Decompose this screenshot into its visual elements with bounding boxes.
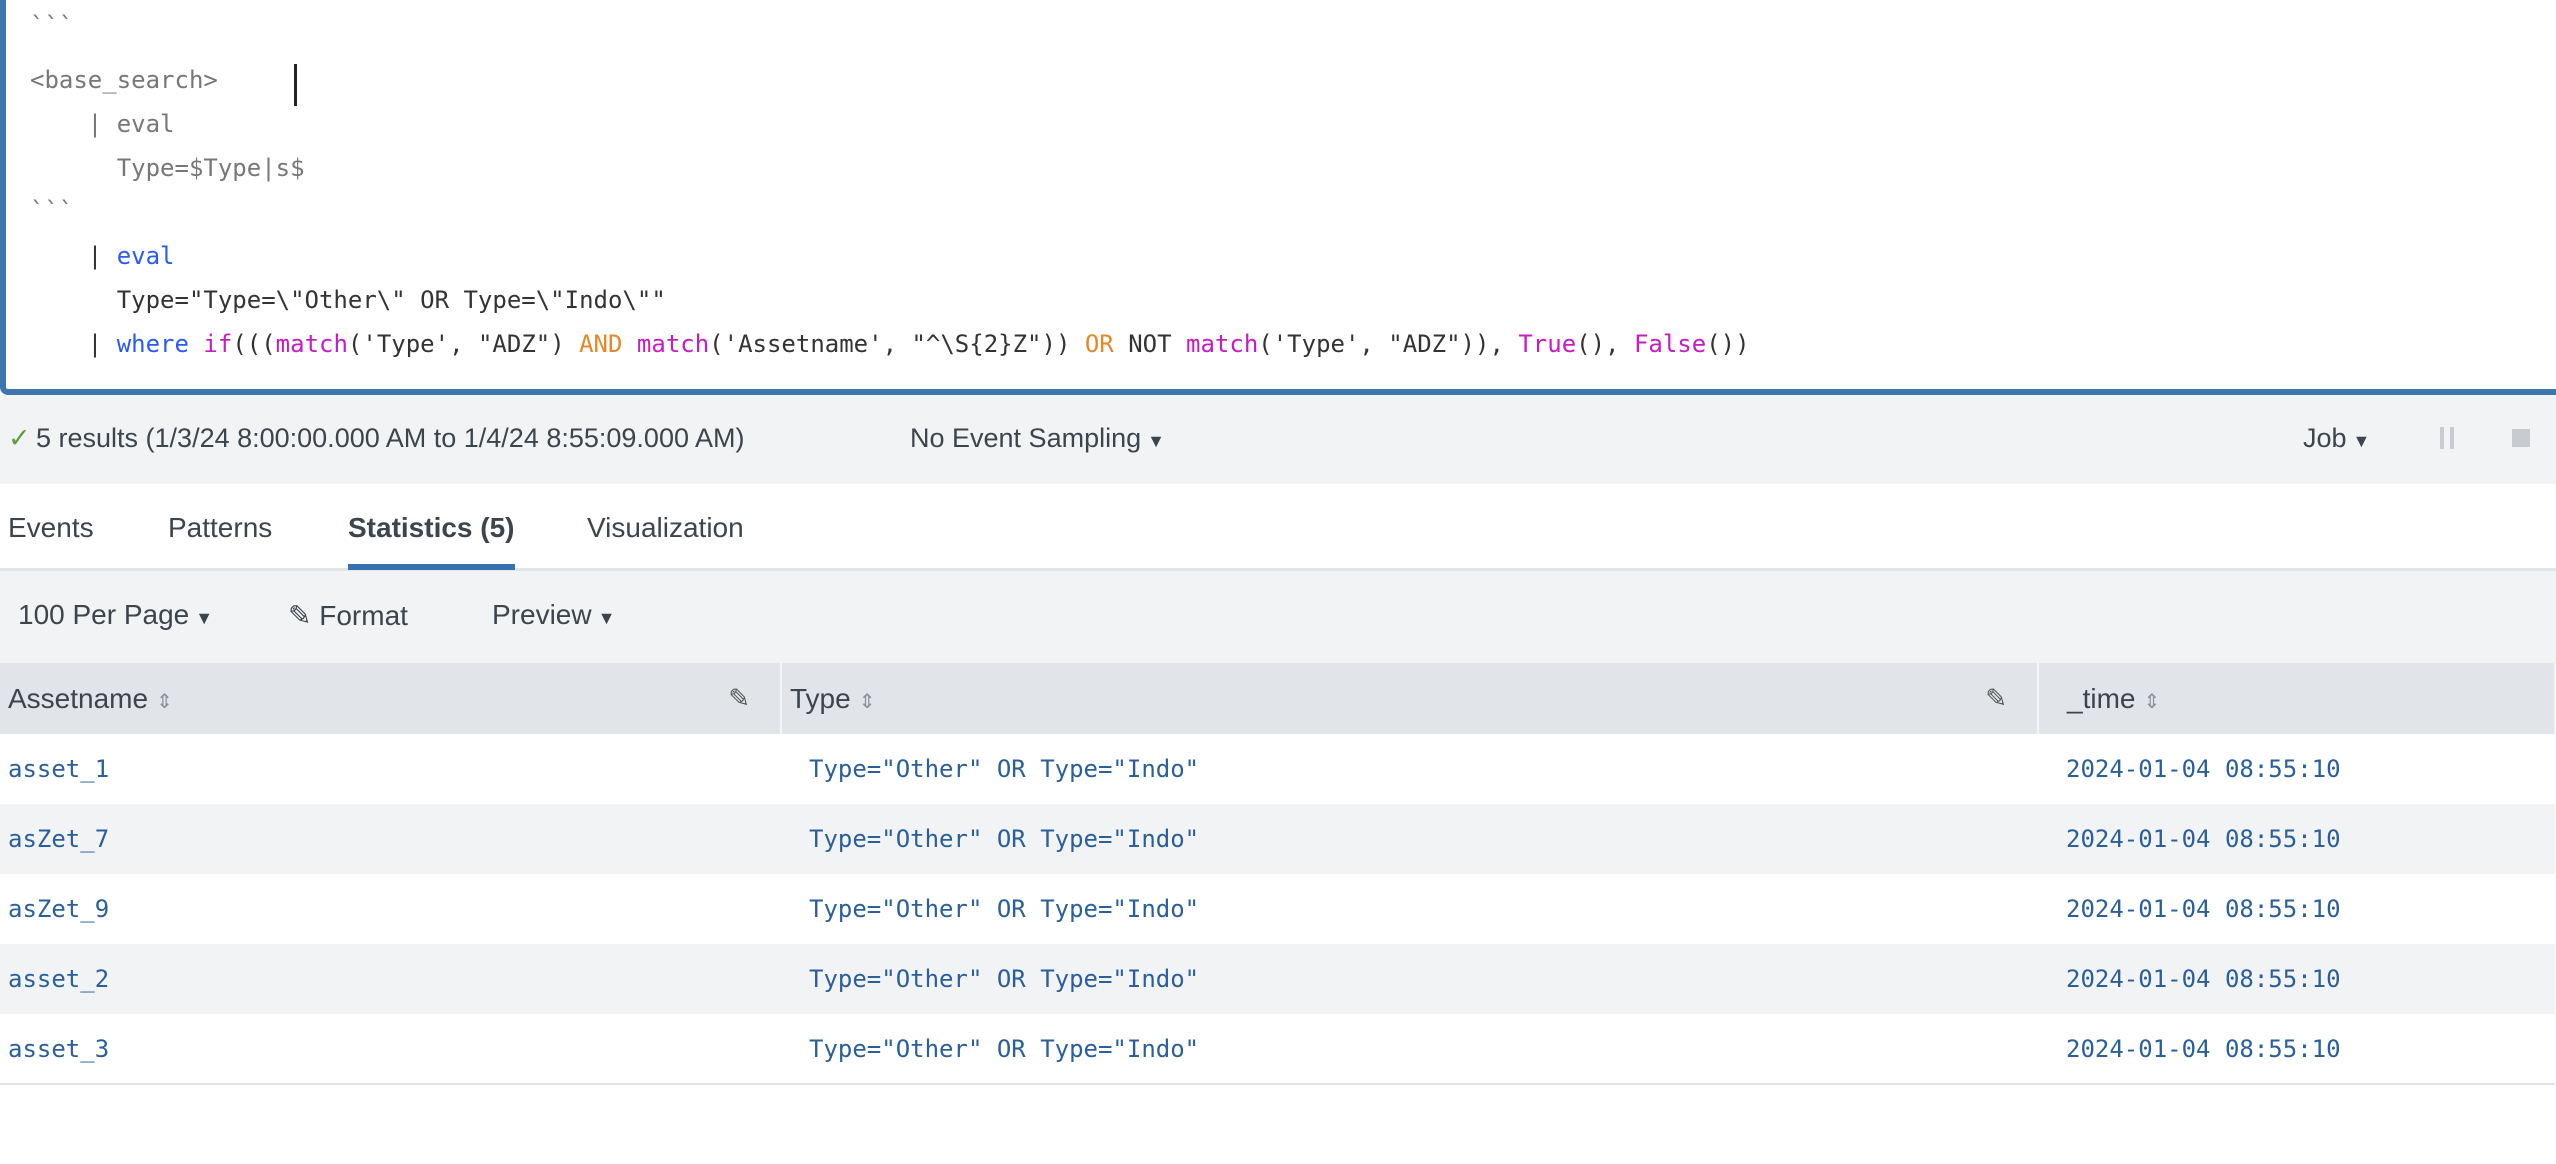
code-line: Type=$Type|s$	[30, 154, 305, 182]
sort-icon[interactable]: ⇕	[859, 691, 876, 713]
tab-events[interactable]: Events	[8, 512, 94, 544]
check-icon: ✓	[8, 423, 31, 454]
cell-time[interactable]: 2024-01-04 08:55:10	[2038, 734, 2555, 804]
code-keyword: eval	[117, 242, 175, 270]
code-token: |	[30, 242, 117, 270]
preview-label: Preview	[492, 599, 592, 630]
code-token: NOT	[1114, 330, 1186, 358]
chevron-down-icon: ▼	[2353, 431, 2371, 451]
cell-assetname[interactable]: asZet_9	[0, 874, 781, 944]
preview-dropdown[interactable]: Preview ▼	[492, 599, 615, 631]
search-editor[interactable]: ``` <base_search> | eval Type=$Type|s$ `…	[0, 0, 2556, 395]
stop-icon[interactable]	[2512, 429, 2530, 447]
results-summary: 5 results (1/3/24 8:00:00.000 AM to 1/4/…	[36, 423, 744, 454]
table-row: asset_2Type="Other" OR Type="Indo"2024-0…	[0, 944, 2555, 1014]
code-token: ('Assetname', "^\S{2}Z"))	[709, 330, 1085, 358]
cell-type[interactable]: Type="Other" OR Type="Indo"	[781, 804, 2038, 874]
table-row: asset_1Type="Other" OR Type="Indo"2024-0…	[0, 734, 2555, 804]
cell-time[interactable]: 2024-01-04 08:55:10	[2038, 804, 2555, 874]
pause-icon[interactable]	[2440, 427, 2454, 449]
results-tabs: Events Patterns Statistics (5) Visualiza…	[0, 484, 2556, 571]
cell-time[interactable]: 2024-01-04 08:55:10	[2038, 944, 2555, 1014]
tab-visualization[interactable]: Visualization	[587, 512, 744, 544]
format-label: Format	[319, 600, 408, 631]
sort-icon[interactable]: ⇕	[156, 691, 173, 713]
code-token	[189, 330, 203, 358]
cell-time[interactable]: 2024-01-04 08:55:10	[2038, 874, 2555, 944]
code-function: False	[1634, 330, 1706, 358]
tab-patterns[interactable]: Patterns	[168, 512, 272, 544]
cell-time[interactable]: 2024-01-04 08:55:10	[2038, 1014, 2555, 1084]
per-page-label: 100 Per Page	[18, 599, 189, 630]
sort-icon[interactable]: ⇕	[2143, 691, 2160, 713]
code-token: ('Type', "ADZ")),	[1258, 330, 1518, 358]
event-sampling-dropdown[interactable]: No Event Sampling ▼	[910, 423, 1165, 454]
per-page-dropdown[interactable]: 100 Per Page ▼	[18, 599, 213, 631]
column-header-time[interactable]: _time ⇕	[2038, 663, 2555, 734]
chevron-down-icon: ▼	[1147, 431, 1165, 451]
table-row: asset_3Type="Other" OR Type="Indo"2024-0…	[0, 1014, 2555, 1084]
chevron-down-icon: ▼	[598, 608, 616, 628]
column-label: _time	[2067, 683, 2135, 714]
code-function: if	[203, 330, 232, 358]
status-bar: ✓ 5 results (1/3/24 8:00:00.000 AM to 1/…	[0, 395, 2556, 484]
code-function: True	[1518, 330, 1576, 358]
results-toolbar: 100 Per Page ▼ ✎ Format Preview ▼	[0, 571, 2556, 663]
code-function: match	[637, 330, 709, 358]
code-line: ```	[30, 12, 73, 40]
code-line: Type="Type=\"Other\" OR Type=\"Indo\""	[30, 286, 666, 314]
tab-statistics[interactable]: Statistics (5)	[348, 512, 515, 544]
pencil-icon[interactable]: ✎	[1985, 683, 2007, 714]
code-line: ```	[30, 197, 73, 225]
results-table: Assetname⇕✎ Type⇕✎ _time⇕ asset_1Type="O…	[0, 663, 2556, 1085]
code-line: | eval	[30, 110, 175, 138]
code-token	[622, 330, 636, 358]
code-function: match	[276, 330, 348, 358]
table-row: asZet_7Type="Other" OR Type="Indo"2024-0…	[0, 804, 2555, 874]
cell-type[interactable]: Type="Other" OR Type="Indo"	[781, 734, 2038, 804]
table-row: asZet_9Type="Other" OR Type="Indo"2024-0…	[0, 874, 2555, 944]
code-line: | where if(((match('Type', "ADZ") AND ma…	[30, 330, 1750, 358]
chevron-down-icon: ▼	[195, 608, 213, 628]
pencil-icon: ✎	[288, 600, 319, 631]
code-line: <base_search>	[30, 66, 218, 94]
code-token: |	[30, 330, 117, 358]
column-header-type[interactable]: Type ⇕ ✎	[781, 663, 2038, 734]
cell-type[interactable]: Type="Other" OR Type="Indo"	[781, 1014, 2038, 1084]
cell-assetname[interactable]: asset_1	[0, 734, 781, 804]
pencil-icon[interactable]: ✎	[728, 683, 750, 714]
cell-assetname[interactable]: asZet_7	[0, 804, 781, 874]
column-header-assetname[interactable]: Assetname ⇕ ✎	[0, 663, 781, 734]
code-token: (),	[1576, 330, 1634, 358]
code-function: match	[1186, 330, 1258, 358]
job-label: Job	[2303, 423, 2347, 453]
cell-type[interactable]: Type="Other" OR Type="Indo"	[781, 944, 2038, 1014]
event-sampling-label: No Event Sampling	[910, 423, 1141, 453]
code-line: | eval	[30, 242, 175, 270]
code-token: ('Type', "ADZ")	[348, 330, 579, 358]
cell-type[interactable]: Type="Other" OR Type="Indo"	[781, 874, 2038, 944]
text-caret	[294, 64, 297, 106]
code-operator: OR	[1085, 330, 1114, 358]
job-menu-button[interactable]: Job ▼	[2303, 423, 2370, 454]
column-label: Type	[790, 683, 851, 714]
column-label: Assetname	[8, 683, 148, 714]
code-operator: AND	[579, 330, 622, 358]
format-button[interactable]: ✎ Format	[288, 599, 408, 632]
cell-assetname[interactable]: asset_2	[0, 944, 781, 1014]
code-keyword: where	[117, 330, 189, 358]
code-token: (((	[232, 330, 275, 358]
code-token: ())	[1706, 330, 1749, 358]
cell-assetname[interactable]: asset_3	[0, 1014, 781, 1084]
